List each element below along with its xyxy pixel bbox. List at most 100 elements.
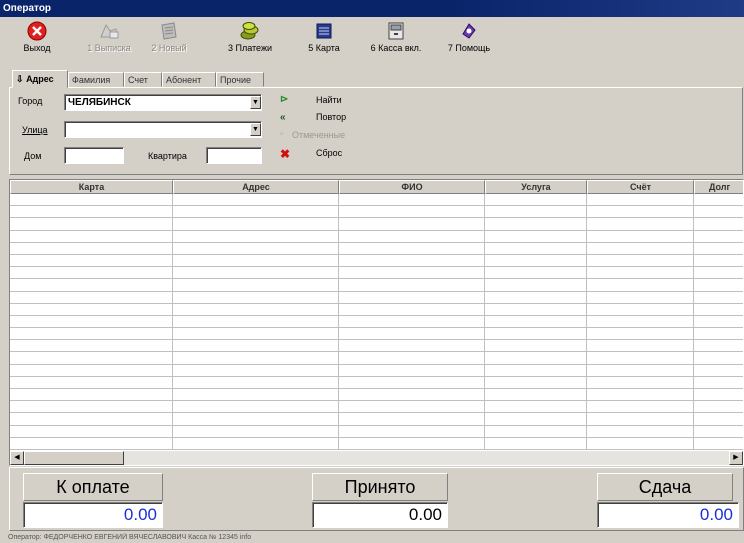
city-dropdown-button[interactable]: ▼ [250,96,261,109]
table-cell [10,352,173,364]
table-cell [339,206,485,218]
table-row[interactable] [10,315,743,329]
city-combobox[interactable]: ЧЕЛЯБИНСК [64,94,262,111]
table-row[interactable] [10,413,743,426]
table-row[interactable] [10,389,743,402]
table-row[interactable] [10,291,743,304]
tab-surname[interactable]: Фамилия [68,72,124,87]
table-cell [339,401,485,413]
table-cell [173,279,339,291]
table-cell [173,242,339,254]
marked-button[interactable]: Отмеченные [292,130,345,140]
table-row[interactable] [10,218,743,231]
results-table[interactable]: Карта Адрес ФИО Услуга Счёт Долг ◀ ▶ [9,179,744,466]
tab-subscriber[interactable]: Абонент [162,72,216,87]
table-row[interactable] [10,279,743,292]
table-cell [485,315,587,328]
received-field[interactable]: 0.00 [312,502,448,528]
table-row[interactable] [10,340,743,353]
table-row[interactable] [10,376,743,389]
cashbox-button[interactable]: 6 Касса вкл. [368,21,424,65]
to-pay-label: К оплате [23,473,163,501]
column-header-card[interactable]: Карта [10,180,173,194]
table-cell [694,426,743,437]
column-header-name[interactable]: ФИО [339,180,485,194]
table-row[interactable] [10,328,743,341]
table-row[interactable] [10,206,743,219]
column-header-service[interactable]: Услуга [485,180,587,194]
apartment-field[interactable] [206,147,262,164]
table-row[interactable] [10,194,743,207]
table-cell [339,291,485,303]
table-cell [485,437,587,449]
table-cell [173,291,339,303]
payments-button[interactable]: 3 Платежи [226,21,274,65]
table-cell [485,279,587,291]
to-pay-value: 0.00 [23,502,163,528]
table-cell [485,340,587,352]
table-cell [173,389,339,401]
table-row[interactable] [10,437,743,450]
table-cell [339,389,485,401]
arrow-down-icon: ⇩ [16,74,24,84]
reset-button[interactable]: Сброс [316,148,342,158]
scroll-thumb[interactable] [24,451,124,465]
scroll-right-button[interactable]: ▶ [729,451,743,465]
table-cell [339,340,485,352]
table-cell [173,315,339,328]
help-button[interactable]: 7 Помощь [446,21,492,65]
tab-other[interactable]: Прочие [216,72,264,87]
table-cell [694,377,743,388]
table-row[interactable] [10,352,743,365]
table-cell [173,206,339,218]
table-cell [694,267,743,278]
column-header-address[interactable]: Адрес [173,180,339,194]
table-cell [485,352,587,364]
table-row[interactable] [10,401,743,414]
exit-button[interactable]: Выход [20,21,54,65]
table-cell [173,376,339,388]
table-row[interactable] [10,364,743,377]
tab-address[interactable]: ⇩ Адрес [12,70,68,88]
payments-icon [240,22,259,40]
table-cell [339,279,485,291]
card-button[interactable]: 5 Карта [302,21,346,65]
scroll-left-button[interactable]: ◀ [10,451,24,465]
card-icon [316,23,332,39]
table-row[interactable] [10,267,743,280]
table-cell [339,230,485,242]
table-cell [485,376,587,388]
table-cell [10,291,173,303]
table-row[interactable] [10,254,743,268]
table-cell [485,425,587,437]
table-cell [694,292,743,303]
new-button[interactable]: 2 Новый [148,21,190,65]
received-label: Принято [312,473,448,501]
table-row[interactable] [10,425,743,438]
table-cell [587,194,694,206]
column-header-account[interactable]: Счёт [587,180,694,194]
table-cell [587,218,694,230]
table-row[interactable] [10,242,743,255]
column-header-debt[interactable]: Долг [694,180,743,194]
table-cell [339,413,485,425]
street-combobox[interactable] [64,121,262,138]
table-cell [485,328,587,340]
table-cell [10,254,173,267]
house-field[interactable] [64,147,124,164]
horizontal-scrollbar[interactable]: ◀ ▶ [10,451,743,465]
table-cell [339,303,485,315]
find-button[interactable]: Найти [316,95,342,105]
street-dropdown-button[interactable]: ▼ [250,123,261,136]
table-cell [587,389,694,401]
tab-account[interactable]: Счет [124,72,162,87]
table-cell [694,316,743,327]
repeat-button[interactable]: Повтор [316,112,346,122]
statement-button[interactable]: 1 Выписка [84,21,134,65]
table-row[interactable] [10,303,743,316]
table-row[interactable] [10,230,743,243]
table-cell [339,242,485,254]
table-cell [339,437,485,449]
table-body [10,194,743,451]
table-cell [10,364,173,376]
